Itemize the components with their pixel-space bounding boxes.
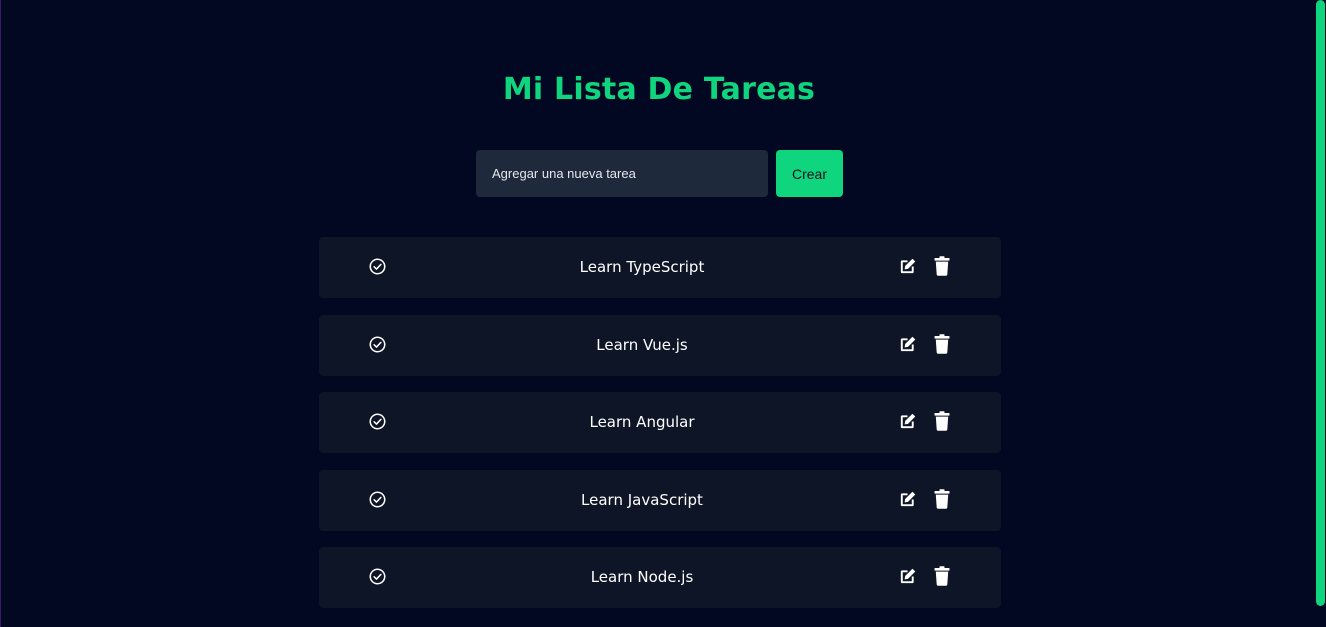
task-text: Learn Angular	[589, 413, 695, 431]
trash-icon[interactable]	[934, 256, 950, 276]
trash-icon[interactable]	[934, 333, 950, 354]
task-item: Learn Angular	[319, 392, 1001, 453]
task-item: Learn TypeScript	[319, 237, 1001, 298]
task-list: Learn TypeScript Learn Vue.js Learn Angu…	[319, 237, 1001, 625]
edit-icon[interactable]	[898, 412, 917, 431]
edit-icon[interactable]	[898, 335, 917, 354]
task-text: Learn JavaScript	[581, 490, 703, 509]
new-task-form: Crear	[476, 150, 843, 197]
trash-icon[interactable]	[934, 488, 950, 509]
edit-icon[interactable]	[898, 567, 917, 586]
task-text: Learn Vue.js	[596, 335, 688, 354]
new-task-input[interactable]	[476, 150, 768, 197]
create-button[interactable]: Crear	[776, 150, 843, 197]
scrollbar-thumb[interactable]	[1316, 0, 1325, 606]
edit-icon[interactable]	[898, 257, 917, 276]
trash-icon[interactable]	[934, 411, 950, 431]
task-item: Learn Node.js	[319, 547, 1001, 608]
page: Mi Lista De Tareas Crear Learn TypeScrip…	[0, 0, 1326, 627]
task-text: Learn Node.js	[590, 568, 694, 586]
trash-icon[interactable]	[934, 566, 950, 586]
edit-icon[interactable]	[898, 490, 917, 509]
task-item: Learn Vue.js	[319, 314, 1001, 376]
page-title: Mi Lista De Tareas	[502, 72, 816, 107]
task-text: Learn TypeScript	[579, 258, 705, 276]
scrollbar-track[interactable]	[1315, 0, 1326, 627]
task-item: Learn JavaScript	[319, 469, 1001, 531]
